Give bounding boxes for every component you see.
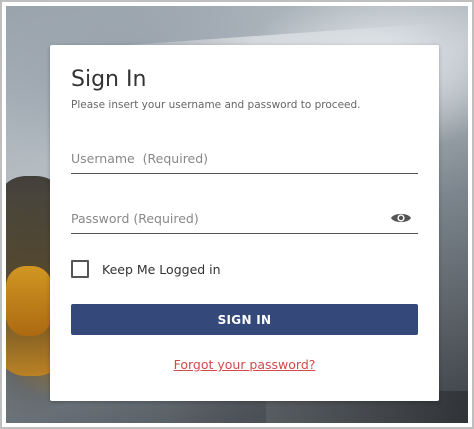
keep-logged-in-checkbox[interactable] bbox=[71, 260, 89, 278]
keep-logged-in-label: Keep Me Logged in bbox=[102, 261, 221, 277]
keep-logged-in-row: Keep Me Logged in bbox=[71, 260, 221, 278]
screenshot-frame: Sign In Please insert your username and … bbox=[0, 0, 474, 429]
password-input[interactable] bbox=[71, 205, 381, 231]
page-title: Sign In bbox=[71, 67, 147, 92]
forgot-password-link[interactable]: Forgot your password? bbox=[174, 357, 316, 372]
background-yellow-object bbox=[6, 266, 52, 336]
password-field bbox=[71, 205, 418, 234]
page-subtitle: Please insert your username and password… bbox=[71, 99, 361, 111]
sign-in-button[interactable]: SIGN IN bbox=[71, 304, 418, 335]
username-input[interactable] bbox=[71, 145, 381, 171]
login-card: Sign In Please insert your username and … bbox=[50, 45, 439, 401]
username-field bbox=[71, 145, 418, 174]
eye-icon[interactable] bbox=[390, 210, 412, 226]
forgot-password-row: Forgot your password? bbox=[50, 357, 439, 372]
